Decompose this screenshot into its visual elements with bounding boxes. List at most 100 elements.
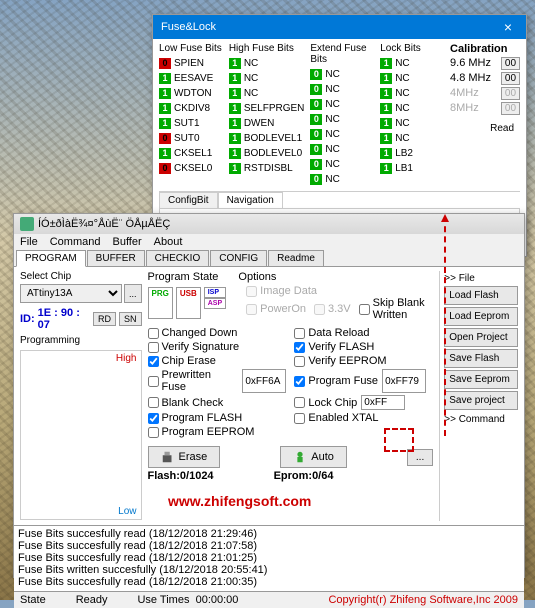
cal-read-button[interactable]: Read xyxy=(484,121,520,136)
fuse-titlebar[interactable]: Fuse&Lock × xyxy=(153,15,526,39)
chk-blank-check[interactable] xyxy=(148,397,159,408)
fuse-bit-row[interactable]: 1NC xyxy=(380,86,444,100)
bit-name: NC xyxy=(325,144,339,155)
fuse-bit-row[interactable]: 1LB1 xyxy=(380,161,444,175)
rmenu-load-eeprom[interactable]: Load Eeprom xyxy=(444,307,518,326)
fuse-bit-row[interactable]: 1SELFPRGEN xyxy=(229,101,305,115)
tab-config[interactable]: CONFIG xyxy=(210,250,267,266)
fuse-bit-row[interactable]: 1NC xyxy=(229,56,305,70)
chk-verify-sig[interactable] xyxy=(148,342,159,353)
chk-image-data xyxy=(246,286,257,297)
rmenu-file-header[interactable]: >> File xyxy=(444,271,518,286)
fuse-bit-row[interactable]: 0CKSEL0 xyxy=(159,161,223,175)
tab-checkio[interactable]: CHECKIO xyxy=(146,250,210,266)
chip-browse-button[interactable]: ... xyxy=(124,284,142,303)
chk-program-fuse[interactable] xyxy=(294,376,305,387)
fuse-bit-row[interactable]: 1EESAVE xyxy=(159,71,223,85)
fuse-bit-row[interactable]: 0NC xyxy=(310,112,374,126)
id-label: ID: xyxy=(20,313,35,325)
bit-indicator: 0 xyxy=(159,58,171,69)
bit-name: NC xyxy=(395,103,409,114)
chk-chip-erase[interactable] xyxy=(148,356,159,367)
tab-readme[interactable]: Readme xyxy=(268,250,324,266)
chk-program-flash[interactable] xyxy=(148,413,159,424)
fuse-bit-row[interactable]: 0NC xyxy=(310,67,374,81)
fuse-bit-row[interactable]: 0NC xyxy=(310,142,374,156)
fuse-bit-row[interactable]: 1BODLEVEL0 xyxy=(229,146,305,160)
sn-button[interactable]: SN xyxy=(119,312,142,326)
erase-button[interactable]: Erase xyxy=(148,446,221,468)
bit-name: BODLEVEL1 xyxy=(244,133,302,144)
fuse-bit-row[interactable]: 1RSTDISBL xyxy=(229,161,305,175)
bit-indicator: 1 xyxy=(229,133,241,144)
fuse-bit-row[interactable]: 1NC xyxy=(380,71,444,85)
close-icon[interactable]: × xyxy=(498,19,518,35)
bit-name: EESAVE xyxy=(174,73,213,84)
fuse-bit-row[interactable]: 1NC xyxy=(380,56,444,70)
chk-data-reload[interactable] xyxy=(294,328,305,339)
eraser-icon xyxy=(161,450,175,464)
bit-name: LB1 xyxy=(395,163,413,174)
prewritten-fuse-input[interactable] xyxy=(242,369,286,393)
bit-indicator: 1 xyxy=(380,163,392,174)
fuse-bit-row[interactable]: 1NC xyxy=(229,71,305,85)
cal-value: 00 xyxy=(501,57,520,70)
fuse-bit-row[interactable]: 0NC xyxy=(310,127,374,141)
tab-navigation[interactable]: Navigation xyxy=(218,192,283,208)
menu-about[interactable]: About xyxy=(154,236,183,248)
fuse-bit-row[interactable]: 0NC xyxy=(310,82,374,96)
fuse-bit-row[interactable]: 1DWEN xyxy=(229,116,305,130)
chk-enabled-xtal[interactable] xyxy=(294,413,305,424)
auto-button[interactable]: Auto xyxy=(280,446,347,468)
fuse-bit-row[interactable]: 1BODLEVEL1 xyxy=(229,131,305,145)
rmenu-save-eeprom[interactable]: Save Eeprom xyxy=(444,370,518,389)
rmenu-command-header[interactable]: >> Command xyxy=(444,412,518,427)
fuse-bit-row[interactable]: 1WDTON xyxy=(159,86,223,100)
rmenu-open-project[interactable]: Open Project xyxy=(444,328,518,347)
tab-configbit[interactable]: ConfigBit xyxy=(159,192,218,208)
bit-indicator: 1 xyxy=(380,58,392,69)
rmenu-load-flash[interactable]: Load Flash xyxy=(444,286,518,305)
log-panel[interactable]: Fuse Bits succesfully read (18/12/2018 2… xyxy=(14,525,524,591)
bit-indicator: 0 xyxy=(159,133,171,144)
chk-changed-down[interactable] xyxy=(148,328,159,339)
bit-indicator: 1 xyxy=(229,88,241,99)
fuse-bit-row[interactable]: 1NC xyxy=(380,116,444,130)
chk-prewritten-fuse[interactable] xyxy=(148,376,159,387)
menu-file[interactable]: File xyxy=(20,236,38,248)
fuse-bit-row[interactable]: 0NC xyxy=(310,157,374,171)
rmenu-save-project[interactable]: Save project xyxy=(444,391,518,410)
chk-skip-blank[interactable] xyxy=(359,304,370,315)
tab-program[interactable]: PROGRAM xyxy=(16,250,86,267)
fuse-bit-row[interactable]: 0NC xyxy=(310,97,374,111)
program-fuse-input[interactable] xyxy=(382,369,426,393)
menubar: File Command Buffer About xyxy=(14,234,524,250)
bit-name: NC xyxy=(244,88,258,99)
fuse-bit-row[interactable]: 1NC xyxy=(229,86,305,100)
lock-chip-input[interactable] xyxy=(361,395,405,410)
chk-program-eeprom[interactable] xyxy=(148,427,159,438)
fuse-bit-row[interactable]: 1SUT1 xyxy=(159,116,223,130)
chip-select[interactable]: ATtiny13A xyxy=(20,284,122,303)
cal-value: 00 xyxy=(501,102,520,115)
rmenu-save-flash[interactable]: Save Flash xyxy=(444,349,518,368)
fuse-bit-row[interactable]: 1CKDIV8 xyxy=(159,101,223,115)
fuse-bit-row[interactable]: 1CKSEL1 xyxy=(159,146,223,160)
fuse-bit-row[interactable]: 0SUT0 xyxy=(159,131,223,145)
fuse-bit-row[interactable]: 1NC xyxy=(380,101,444,115)
rd-button[interactable]: RD xyxy=(93,312,116,326)
menu-buffer[interactable]: Buffer xyxy=(112,236,141,248)
fuse-bit-row[interactable]: 0SPIEN xyxy=(159,56,223,70)
bit-name: NC xyxy=(325,174,339,185)
menu-command[interactable]: Command xyxy=(50,236,101,248)
chk-verify-flash[interactable] xyxy=(294,342,305,353)
fuse-bit-row[interactable]: 1NC xyxy=(380,131,444,145)
fuse-bit-row[interactable]: 0NC xyxy=(310,172,374,186)
app-icon xyxy=(20,217,34,231)
chk-lock-chip[interactable] xyxy=(294,397,305,408)
chk-verify-eeprom[interactable] xyxy=(294,356,305,367)
bit-name: NC xyxy=(325,99,339,110)
fuse-bit-row[interactable]: 1LB2 xyxy=(380,146,444,160)
bit-indicator: 1 xyxy=(380,88,392,99)
tab-buffer[interactable]: BUFFER xyxy=(87,250,145,266)
